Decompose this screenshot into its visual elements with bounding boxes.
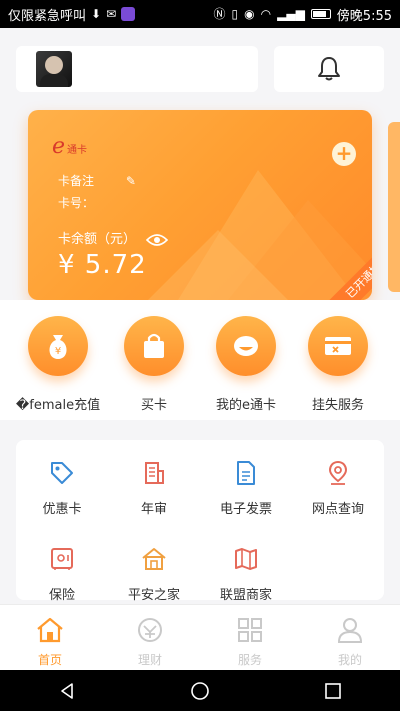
home-icon xyxy=(142,548,166,570)
card-face-icon xyxy=(216,316,276,376)
service-label: 保险 xyxy=(48,588,75,603)
money-bag-icon: ¥ xyxy=(28,316,88,376)
service-safe-home[interactable]: 平安之家 xyxy=(108,546,200,603)
home-circle-icon[interactable] xyxy=(190,681,210,701)
quick-action-label: �female充值 xyxy=(15,398,101,413)
service-label: 联盟商家 xyxy=(219,588,272,603)
service-label: 优惠卡 xyxy=(42,502,82,517)
tab-services[interactable]: 服务 xyxy=(200,617,300,668)
eye-toggle-icon[interactable] xyxy=(146,233,169,247)
service-e-invoice[interactable]: 电子发票 xyxy=(200,460,292,517)
service-annual-review[interactable]: 年审 xyxy=(108,460,200,517)
e-card[interactable]: e 通卡 + 卡备注 ✎ 卡号： 卡余额（元） ¥ 5.72 已开通挂失 xyxy=(28,110,372,300)
quick-action-label: 挂失服务 xyxy=(311,398,364,413)
quick-action-label: 我的e通卡 xyxy=(216,398,276,413)
tab-label: 我的 xyxy=(337,653,362,667)
recents-icon[interactable] xyxy=(323,681,343,701)
card-logo: e 通卡 xyxy=(52,134,87,159)
nfc-icon: Ⓝ xyxy=(213,7,226,21)
next-card-peek[interactable] xyxy=(388,122,400,292)
bottom-nav: 首页 理财 服务 我的 xyxy=(0,604,400,670)
service-label: 网点查询 xyxy=(311,502,364,517)
tab-mine[interactable]: 我的 xyxy=(300,617,400,668)
add-card-button[interactable]: + xyxy=(332,142,356,166)
tab-label: 服务 xyxy=(237,653,262,667)
clock-text: 傍晚5:55 xyxy=(336,8,392,24)
safe-icon xyxy=(51,548,73,570)
edit-icon[interactable]: ✎ xyxy=(126,174,136,188)
download-icon: ⬇ xyxy=(91,7,102,21)
tag-icon xyxy=(51,462,73,484)
app-notification-icon xyxy=(121,7,136,21)
card-number-label: 卡号： xyxy=(58,196,95,210)
service-label: 年审 xyxy=(140,502,167,517)
back-icon[interactable] xyxy=(57,681,77,701)
vibrate-icon: ▯ xyxy=(231,7,239,21)
grid-icon xyxy=(238,618,262,642)
signal-icon: ▂▄▆ xyxy=(277,7,305,21)
avatar[interactable] xyxy=(36,51,72,87)
service-label: 电子发票 xyxy=(219,502,272,517)
balance-value: ¥ 5.72 xyxy=(58,250,147,280)
shopping-bag-icon xyxy=(124,316,184,376)
quick-action-recharge[interactable]: ¥ �female充值 xyxy=(8,316,108,413)
service-label: 平安之家 xyxy=(127,588,180,603)
balance-label: 卡余额（元） xyxy=(58,232,137,247)
eye-icon: ◉ xyxy=(244,7,255,21)
quick-action-report-loss[interactable]: 挂失服务 xyxy=(288,316,388,413)
card-cancel-icon xyxy=(308,316,368,376)
tab-home[interactable]: 首页 xyxy=(0,617,100,668)
quick-action-buy-card[interactable]: 买卡 xyxy=(104,316,204,413)
tab-finance[interactable]: 理财 xyxy=(100,617,200,668)
document-icon xyxy=(237,461,255,485)
home-icon xyxy=(37,617,63,643)
svg-text:¥: ¥ xyxy=(55,346,61,357)
map-icon xyxy=(235,548,257,570)
service-outlet-query[interactable]: 网点查询 xyxy=(292,460,384,517)
header xyxy=(0,28,400,106)
tab-label: 理财 xyxy=(137,653,162,667)
card-logo-text: 通卡 xyxy=(67,145,88,156)
quick-action-label: 买卡 xyxy=(140,398,167,413)
person-icon xyxy=(337,618,363,643)
status-bar: 仅限紧急呼叫 ⬇ ✉ Ⓝ ▯ ◉ ◠ ▂▄▆ 傍晚5:55 xyxy=(0,0,400,28)
card-note-row[interactable]: 卡备注 ✎ xyxy=(58,172,136,189)
card-logo-e: e xyxy=(52,134,66,159)
wifi-icon: ◠ xyxy=(260,7,272,21)
service-partner-merchants[interactable]: 联盟商家 xyxy=(200,546,292,603)
service-insurance[interactable]: 保险 xyxy=(16,546,108,603)
building-icon xyxy=(145,462,164,484)
location-pin-icon xyxy=(328,460,348,485)
notifications-button[interactable] xyxy=(274,46,384,92)
user-profile-button[interactable] xyxy=(16,46,258,92)
carrier-text: 仅限紧急呼叫 xyxy=(8,8,87,24)
quick-actions: ¥ �female充值 买卡 我的e通卡 挂失服务 xyxy=(0,300,400,420)
status-left: 仅限紧急呼叫 ⬇ ✉ xyxy=(8,5,136,24)
system-nav-bar xyxy=(0,670,400,711)
service-discount-card[interactable]: 优惠卡 xyxy=(16,460,108,517)
chat-icon: ✉ xyxy=(106,7,117,21)
finance-icon xyxy=(138,618,162,642)
card-note-label: 卡备注 xyxy=(58,174,95,188)
status-right: Ⓝ ▯ ◉ ◠ ▂▄▆ 傍晚5:55 xyxy=(214,5,392,24)
quick-action-my-card[interactable]: 我的e通卡 xyxy=(196,316,296,413)
bell-icon xyxy=(318,57,340,81)
battery-icon xyxy=(310,9,331,19)
tab-label: 首页 xyxy=(37,653,62,667)
balance-row: 卡余额（元） xyxy=(58,228,169,247)
services-grid: 优惠卡 年审 电子发票 网点查询 保险 平安之家 联盟商家 xyxy=(16,440,384,603)
